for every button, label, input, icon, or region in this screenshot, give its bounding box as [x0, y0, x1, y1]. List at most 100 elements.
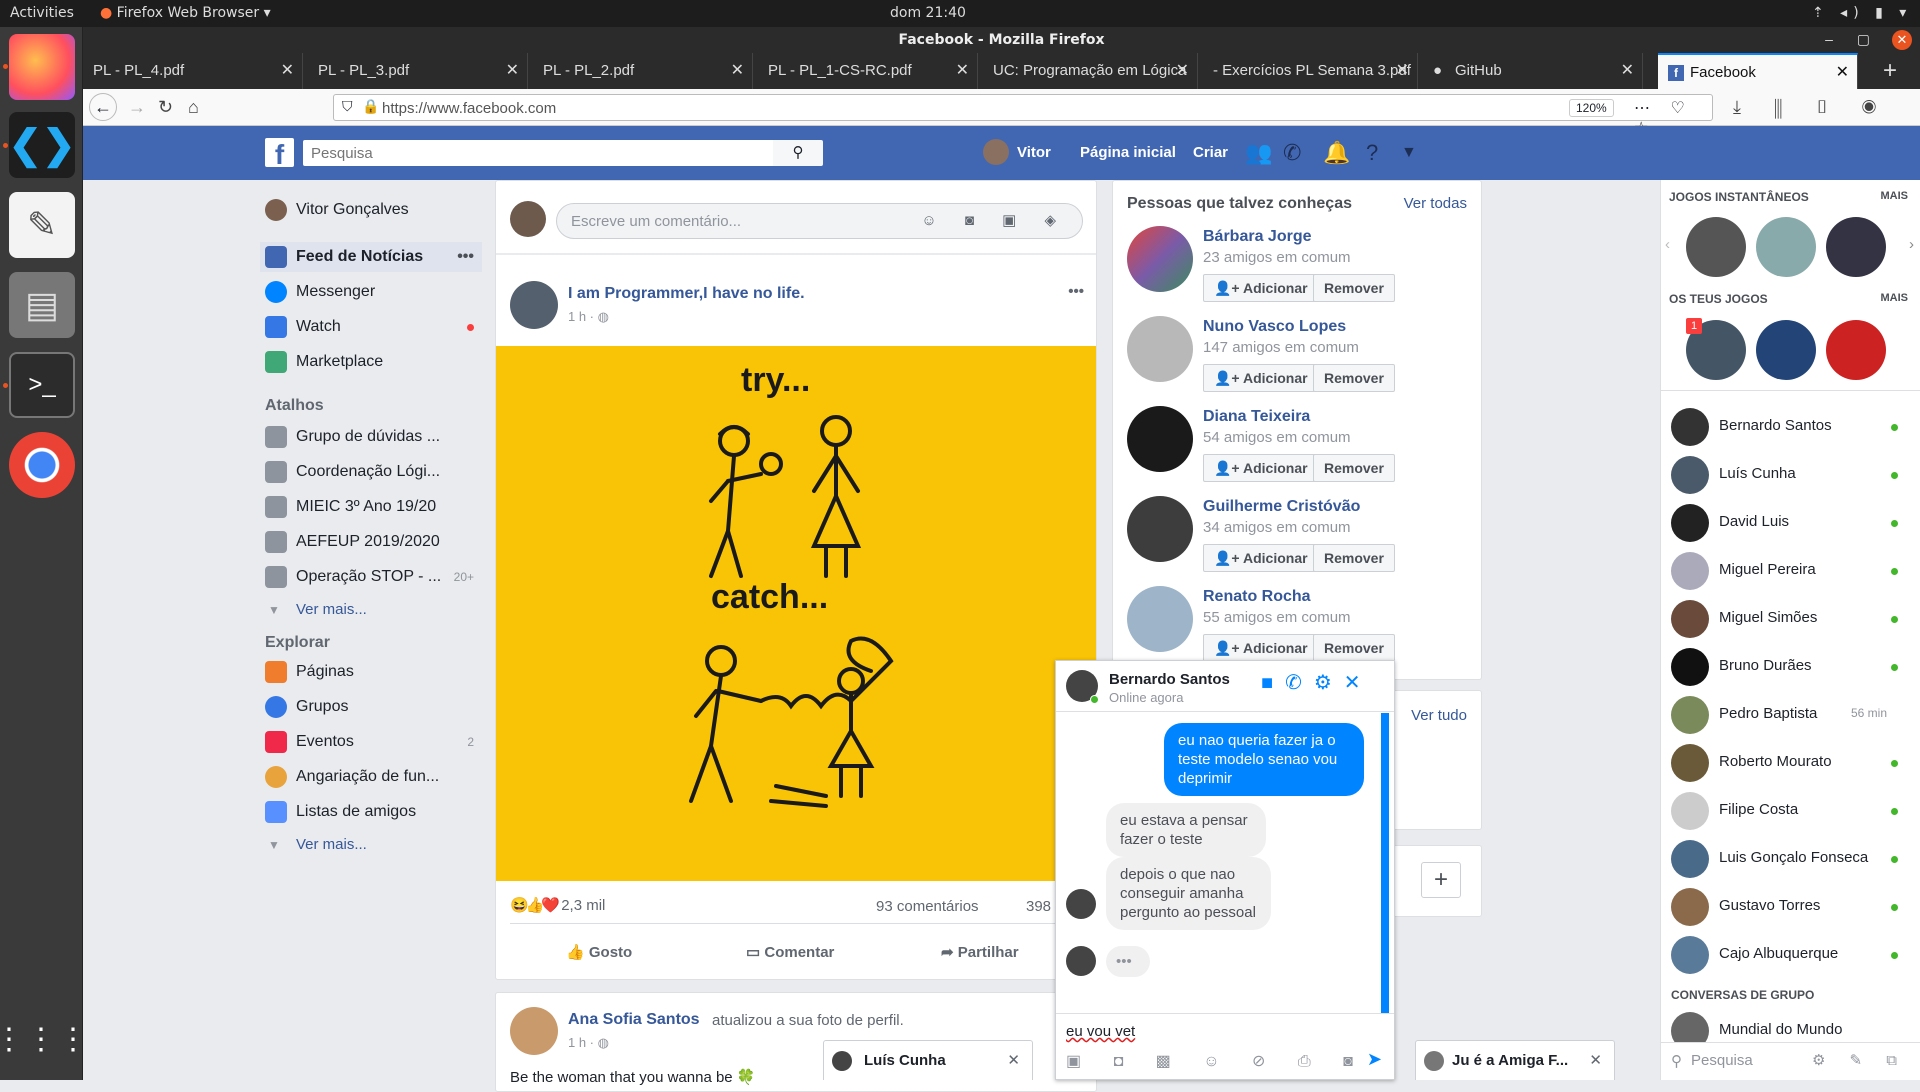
- close-tab-icon[interactable]: ✕: [281, 53, 294, 89]
- friend-lists-nav-item[interactable]: Listas de amigos: [260, 797, 482, 827]
- close-tab-icon[interactable]: ✕: [1396, 53, 1409, 89]
- chat-search-bar[interactable]: ⚲ Pesquisa ⚙ ✎ ⧉: [1661, 1042, 1920, 1080]
- post-author[interactable]: Ana Sofia Santos: [568, 1011, 700, 1029]
- contact-item[interactable]: Luís Cunha: [1671, 450, 1901, 496]
- tab-pl4[interactable]: PL - PL_4.pdf ✕: [83, 53, 303, 89]
- reload-icon[interactable]: ↻: [158, 97, 173, 118]
- tab-pl1[interactable]: PL - PL_1-CS-RC.pdf ✕: [758, 53, 978, 89]
- mutual-friends[interactable]: 147 amigos em comum: [1203, 339, 1359, 356]
- forward-icon[interactable]: →: [128, 97, 146, 118]
- game-icon[interactable]: [1686, 217, 1746, 277]
- post-options-icon[interactable]: •••: [1068, 283, 1084, 300]
- activities-button[interactable]: Activities: [10, 5, 74, 21]
- contact-item[interactable]: Gustavo Torres: [1671, 882, 1901, 928]
- pages-nav-item[interactable]: Páginas: [260, 657, 482, 687]
- contact-item[interactable]: Bruno Durães: [1671, 642, 1901, 688]
- shortcut-item[interactable]: AEFEUP 2019/2020: [260, 527, 482, 557]
- facebook-logo-icon[interactable]: f: [265, 138, 294, 167]
- close-tab-icon[interactable]: ✕: [506, 53, 519, 89]
- see-more-explore[interactable]: ▼ Ver mais...: [260, 830, 482, 860]
- close-window-icon[interactable]: ✕: [1892, 30, 1912, 50]
- game-icon[interactable]: [1826, 217, 1886, 277]
- news-feed-nav-item[interactable]: Feed de Notícias •••: [260, 242, 482, 272]
- shortcut-item[interactable]: Grupo de dúvidas ...: [260, 422, 482, 452]
- zoom-indicator[interactable]: 120%: [1569, 99, 1614, 117]
- share-button[interactable]: ➦ Partilhar: [941, 943, 1019, 961]
- terminal-dock-icon[interactable]: >_: [9, 352, 75, 418]
- more-games-link[interactable]: MAIS: [1881, 190, 1909, 202]
- minimized-chat[interactable]: Ju é a Amiga F... ✕: [1415, 1040, 1615, 1080]
- contact-item[interactable]: Cajo Albuquerque: [1671, 930, 1901, 976]
- contact-item[interactable]: David Luis: [1671, 498, 1901, 544]
- mutual-friends[interactable]: 55 amigos em comum: [1203, 609, 1351, 626]
- person-avatar[interactable]: [1127, 316, 1193, 382]
- show-apps-icon[interactable]: ⋮⋮⋮: [0, 1007, 88, 1073]
- post-time[interactable]: 1 h · ◍: [568, 309, 609, 325]
- add-friend-button[interactable]: 👤+ Adicionar: [1203, 634, 1319, 662]
- contact-item[interactable]: Miguel Simões: [1671, 594, 1901, 640]
- mutual-friends[interactable]: 34 amigos em comum: [1203, 519, 1351, 536]
- text-editor-dock-icon[interactable]: ✎: [9, 192, 75, 258]
- messenger-icon[interactable]: ✆: [1283, 140, 1301, 166]
- clock[interactable]: dom 21:40: [890, 5, 966, 21]
- see-all-link[interactable]: Ver todas: [1404, 195, 1467, 212]
- chat-message-input[interactable]: eu vou vet: [1066, 1023, 1135, 1040]
- close-icon[interactable]: ✕: [1007, 1051, 1020, 1069]
- close-tab-icon[interactable]: ✕: [1621, 53, 1634, 89]
- groups-nav-item[interactable]: Grupos: [260, 692, 482, 722]
- close-tab-icon[interactable]: ✕: [731, 53, 744, 89]
- person-name[interactable]: Bárbara Jorge: [1203, 228, 1312, 246]
- chat-actions[interactable]: ■✆⚙✕: [1261, 670, 1373, 695]
- profile-nav-item[interactable]: Vitor Gonçalves: [260, 195, 482, 225]
- chrome-dock-icon[interactable]: [9, 432, 75, 498]
- see-all-link-2[interactable]: Ver tudo: [1411, 707, 1467, 724]
- search-icon[interactable]: ⚲: [773, 140, 823, 166]
- back-icon[interactable]: ←: [89, 93, 117, 121]
- chat-scrollbar[interactable]: [1381, 713, 1389, 1013]
- window-controls[interactable]: – ▢: [1825, 31, 1880, 48]
- url-text[interactable]: https://www.facebook.com: [382, 100, 556, 117]
- person-name[interactable]: Guilherme Cristóvão: [1203, 498, 1360, 516]
- contact-item[interactable]: Luis Gonçalo Fonseca: [1671, 834, 1901, 880]
- see-more-shortcuts[interactable]: ▼ Ver mais...: [260, 595, 482, 625]
- add-friend-button[interactable]: 👤+ Adicionar: [1203, 454, 1319, 482]
- tab-github[interactable]: ● GitHub ✕: [1423, 53, 1643, 89]
- comment-button[interactable]: ▭ Comentar: [746, 943, 834, 961]
- friends-icon[interactable]: 👥: [1245, 140, 1272, 166]
- tab-pl2[interactable]: PL - PL_2.pdf ✕: [533, 53, 753, 89]
- create-link[interactable]: Criar: [1193, 144, 1228, 161]
- post-image[interactable]: try... catch...: [496, 346, 1096, 881]
- shortcut-item[interactable]: MIEIC 3º Ano 19/20: [260, 492, 482, 522]
- fb-search-input[interactable]: [303, 140, 773, 166]
- post-time[interactable]: 1 h · ◍: [568, 1035, 609, 1051]
- vscode-dock-icon[interactable]: ❮❯: [8, 112, 76, 178]
- messenger-nav-item[interactable]: Messenger: [260, 277, 482, 307]
- close-tab-icon[interactable]: ✕: [1176, 53, 1189, 89]
- mutual-friends[interactable]: 54 amigos em comum: [1203, 429, 1351, 446]
- firefox-dock-icon[interactable]: [9, 34, 75, 100]
- person-name[interactable]: Renato Rocha: [1203, 588, 1311, 606]
- new-tab-icon[interactable]: +: [1883, 57, 1897, 85]
- url-bar[interactable]: ⛉ 🔒 https://www.facebook.com 120% ⋯ ♡ ☆: [333, 94, 1713, 137]
- remove-button[interactable]: Remover: [1313, 364, 1395, 392]
- person-avatar[interactable]: [1127, 586, 1193, 652]
- marketplace-nav-item[interactable]: Marketplace: [260, 347, 482, 377]
- chat-contact-name[interactable]: Bernardo Santos: [1109, 671, 1230, 688]
- home-icon[interactable]: ⌂: [188, 97, 199, 118]
- game-icon[interactable]: [1756, 320, 1816, 380]
- mutual-friends[interactable]: 23 amigos em comum: [1203, 249, 1351, 266]
- send-icon[interactable]: ➤: [1367, 1049, 1382, 1070]
- fundraisers-nav-item[interactable]: Angariação de fun...: [260, 762, 482, 792]
- person-name[interactable]: Nuno Vasco Lopes: [1203, 318, 1346, 336]
- close-tab-icon[interactable]: ✕: [956, 53, 969, 89]
- add-icon[interactable]: +: [1421, 862, 1461, 898]
- person-avatar[interactable]: [1127, 226, 1193, 292]
- author-avatar[interactable]: [510, 1007, 558, 1055]
- post-page-name[interactable]: I am Programmer,I have no life.: [568, 285, 805, 303]
- profile-link[interactable]: Vitor: [1017, 144, 1051, 161]
- user-avatar[interactable]: [983, 139, 1009, 165]
- close-icon[interactable]: ✕: [1589, 1051, 1602, 1069]
- contact-item[interactable]: Miguel Pereira: [1671, 546, 1901, 592]
- app-menu[interactable]: ● Firefox Web Browser ▾: [100, 5, 271, 21]
- events-nav-item[interactable]: Eventos 2: [260, 727, 482, 757]
